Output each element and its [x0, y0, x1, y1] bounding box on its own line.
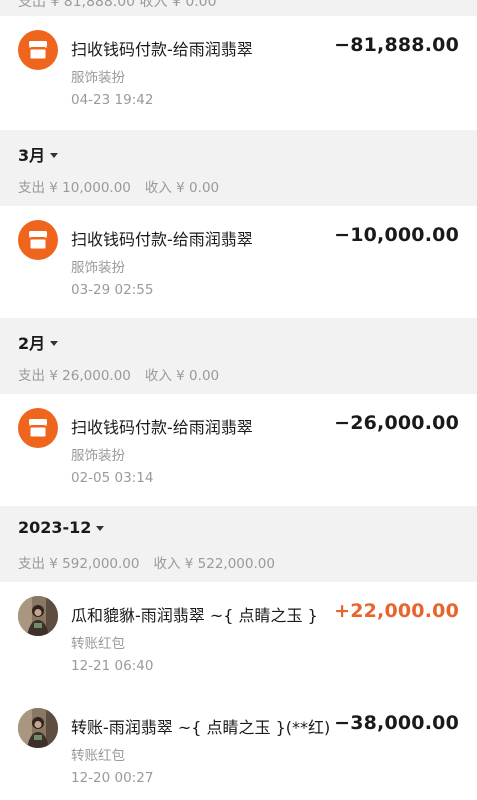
month-expense: 支出 ¥ 10,000.00 — [18, 180, 131, 196]
month-income: 收入 ¥ 522,000.00 — [153, 556, 275, 572]
month-header[interactable]: 2023-12 支出 ¥ 592,000.00 收入 ¥ 522,000.00 — [0, 506, 477, 582]
month-header[interactable]: 3月 支出 ¥ 10,000.00 收入 ¥ 0.00 — [0, 130, 477, 206]
transaction-title: 瓜和貔貅-雨润翡翠 ~{ 点睛之玉 } — [71, 606, 318, 625]
transaction-amount: +22,000.00 — [334, 600, 459, 622]
month-summary-partial: 支出 ¥ 81,888.00 收入 ¥ 0.00 — [0, 0, 477, 16]
month-expense: 支出 ¥ 592,000.00 — [18, 556, 140, 572]
caret-down-icon — [96, 526, 105, 531]
transaction-category: 转账红包 — [71, 636, 125, 652]
shop-icon — [18, 220, 58, 260]
avatar — [18, 596, 58, 636]
transaction-amount: −26,000.00 — [334, 412, 459, 434]
transaction-time: 02-05 03:14 — [71, 470, 154, 486]
transaction-time: 03-29 02:55 — [71, 282, 154, 298]
transaction-category: 服饰装扮 — [71, 448, 125, 464]
transaction-amount: −10,000.00 — [334, 224, 459, 246]
shop-icon — [18, 408, 58, 448]
transaction-title: 扫收钱码付款-给雨润翡翠 — [71, 40, 253, 59]
caret-down-icon — [50, 152, 59, 158]
transaction-time: 12-20 00:27 — [71, 770, 154, 786]
month-label: 2023-12 — [18, 518, 92, 537]
month-label: 2月 — [18, 334, 46, 353]
month-summary: 支出 ¥ 26,000.00 收入 ¥ 0.00 — [18, 364, 219, 384]
month-summary-partial-text: 支出 ¥ 81,888.00 收入 ¥ 0.00 — [18, 0, 217, 10]
avatar — [18, 708, 58, 748]
month-expense: 支出 ¥ 26,000.00 — [18, 368, 131, 384]
transaction-category: 服饰装扮 — [71, 70, 125, 86]
month-selector[interactable]: 3月 — [18, 142, 59, 166]
transaction-title: 扫收钱码付款-给雨润翡翠 — [71, 230, 253, 249]
transaction-category: 转账红包 — [71, 748, 125, 764]
transaction-category: 服饰装扮 — [71, 260, 125, 276]
shop-icon — [18, 30, 58, 70]
month-selector[interactable]: 2023-12 — [18, 518, 105, 537]
caret-down-icon — [50, 340, 59, 346]
transaction-row[interactable]: 扫收钱码付款-给雨润翡翠 服饰装扮 04-23 19:42 −81,888.00 — [0, 16, 477, 130]
transaction-row[interactable]: 转账-雨润翡翠 ~{ 点睛之玉 }(**红) 转账红包 12-20 00:27 … — [0, 694, 477, 800]
transaction-title: 扫收钱码付款-给雨润翡翠 — [71, 418, 253, 437]
month-summary: 支出 ¥ 592,000.00 收入 ¥ 522,000.00 — [18, 552, 275, 572]
transaction-row[interactable]: 瓜和貔貅-雨润翡翠 ~{ 点睛之玉 } 转账红包 12-21 06:40 +22… — [0, 582, 477, 694]
month-summary: 支出 ¥ 10,000.00 收入 ¥ 0.00 — [18, 176, 219, 196]
transaction-time: 12-21 06:40 — [71, 658, 154, 674]
month-income: 收入 ¥ 0.00 — [144, 368, 220, 384]
month-label: 3月 — [18, 146, 46, 165]
month-selector[interactable]: 2月 — [18, 330, 59, 354]
transaction-row[interactable]: 扫收钱码付款-给雨润翡翠 服饰装扮 02-05 03:14 −26,000.00 — [0, 394, 477, 506]
transaction-amount: −38,000.00 — [334, 712, 459, 734]
transaction-row[interactable]: 扫收钱码付款-给雨润翡翠 服饰装扮 03-29 02:55 −10,000.00 — [0, 206, 477, 318]
transaction-time: 04-23 19:42 — [71, 92, 154, 108]
month-income: 收入 ¥ 0.00 — [144, 180, 220, 196]
transaction-amount: −81,888.00 — [334, 34, 459, 56]
month-header[interactable]: 2月 支出 ¥ 26,000.00 收入 ¥ 0.00 — [0, 318, 477, 394]
transaction-title: 转账-雨润翡翠 ~{ 点睛之玉 }(**红) — [71, 718, 331, 737]
